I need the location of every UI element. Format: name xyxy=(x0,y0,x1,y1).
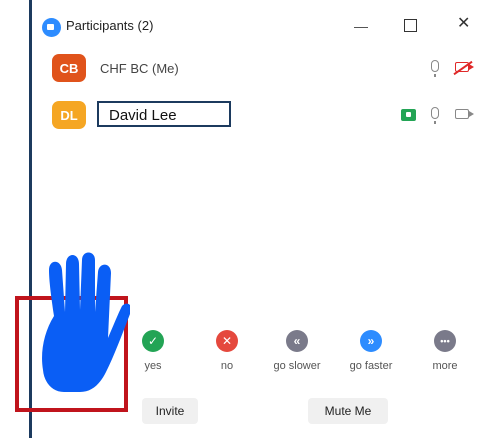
more-icon: ••• xyxy=(434,330,456,352)
check-icon: ✓ xyxy=(142,330,164,352)
reaction-label: go faster xyxy=(349,360,393,372)
x-icon: ✕ xyxy=(216,330,238,352)
mic-icon[interactable] xyxy=(431,60,439,77)
mute-me-button[interactable]: Mute Me xyxy=(308,398,388,424)
participant-name-highlight: David Lee xyxy=(97,101,231,127)
raise-hand-icon[interactable] xyxy=(34,250,130,400)
minimize-button[interactable] xyxy=(354,27,368,28)
participant-name: CHF BC (Me) xyxy=(100,61,179,76)
reaction-more[interactable]: ••• more xyxy=(410,330,480,372)
zoom-logo-icon xyxy=(42,18,61,37)
maximize-button[interactable] xyxy=(404,19,417,32)
video-icon[interactable] xyxy=(455,109,474,119)
reaction-go-slower[interactable]: « go slower xyxy=(262,330,332,372)
rewind-icon: « xyxy=(286,330,308,352)
participant-row-david[interactable]: DL David Lee xyxy=(32,97,482,135)
close-button[interactable]: ✕ xyxy=(457,14,470,34)
window-title: Participants (2) xyxy=(66,18,154,33)
reaction-label: no xyxy=(220,360,234,372)
mic-icon[interactable] xyxy=(431,107,439,124)
screen-share-icon xyxy=(401,109,416,121)
reaction-label: more xyxy=(432,360,458,372)
avatar: DL xyxy=(52,101,86,129)
reaction-go-faster[interactable]: » go faster xyxy=(336,330,406,372)
invite-button[interactable]: Invite xyxy=(142,398,198,424)
reaction-label: go slower xyxy=(273,360,321,372)
reaction-no[interactable]: ✕ no xyxy=(192,330,262,372)
avatar: CB xyxy=(52,54,86,82)
title-bar: Participants (2) ✕ xyxy=(32,0,482,46)
fast-forward-icon: » xyxy=(360,330,382,352)
participant-row-me[interactable]: CB CHF BC (Me) xyxy=(32,50,482,88)
